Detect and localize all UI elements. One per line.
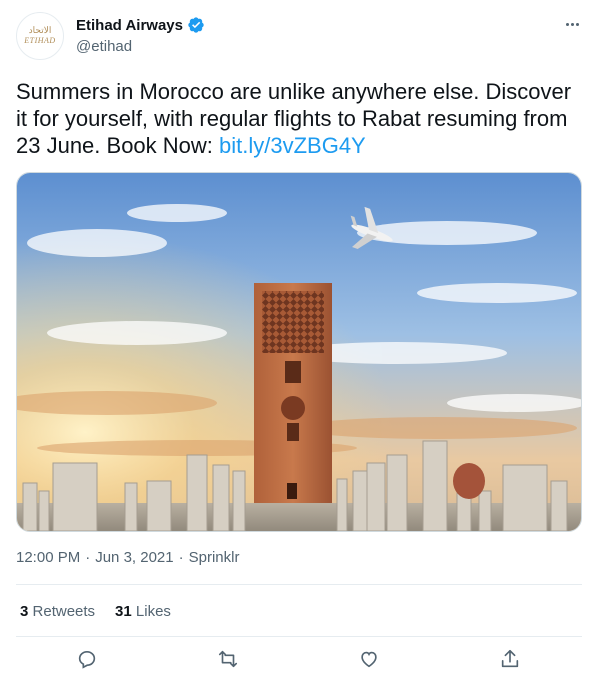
tweet-time[interactable]: 12:00 PM (16, 549, 80, 566)
divider (16, 584, 582, 585)
tweet-actions (0, 648, 598, 674)
reply-icon[interactable] (76, 648, 100, 672)
retweets-count: 3 (20, 603, 29, 620)
likes-count: 31 (115, 603, 132, 620)
like-icon[interactable] (358, 648, 382, 672)
divider (16, 636, 582, 637)
avatar[interactable]: الاتحاد ETIHAD (16, 12, 64, 60)
share-icon[interactable] (499, 648, 523, 672)
tweet-date[interactable]: Jun 3, 2021 (95, 549, 173, 566)
avatar-logo-latin: ETIHAD (24, 35, 56, 45)
likes-label: Likes (135, 603, 171, 620)
tweet-media-image[interactable] (16, 172, 582, 532)
avatar-logo-arabic: الاتحاد (28, 25, 52, 36)
meta-separator: · (85, 549, 91, 566)
meta-separator: · (178, 549, 184, 566)
tweet-card: الاتحاد ETIHAD Etihad Airways @etihad Su… (0, 0, 598, 685)
likes-stat[interactable]: 31 Likes (115, 603, 171, 620)
more-options-button[interactable] (560, 12, 584, 36)
verified-badge-icon (187, 16, 205, 34)
tweet-link[interactable]: bit.ly/3vZBG4Y (219, 133, 366, 158)
tweet-meta: 12:00 PM · Jun 3, 2021 · Sprinklr (16, 549, 239, 566)
display-name[interactable]: Etihad Airways (76, 17, 183, 34)
dot-icon (575, 22, 579, 26)
retweets-stat[interactable]: 3 Retweets (20, 603, 95, 620)
tweet-stats: 3 Retweets 31 Likes (20, 603, 171, 620)
tweet-text: Summers in Morocco are unlike anywhere e… (16, 78, 582, 159)
tweet-source[interactable]: Sprinklr (189, 549, 240, 566)
retweets-label: Retweets (32, 603, 96, 620)
retweet-icon[interactable] (217, 648, 241, 672)
author-name-row[interactable]: Etihad Airways (76, 16, 205, 34)
hassan-tower-photo (17, 173, 581, 531)
dot-icon (570, 22, 574, 26)
dot-icon (565, 22, 569, 26)
author-handle[interactable]: @etihad (76, 38, 132, 55)
